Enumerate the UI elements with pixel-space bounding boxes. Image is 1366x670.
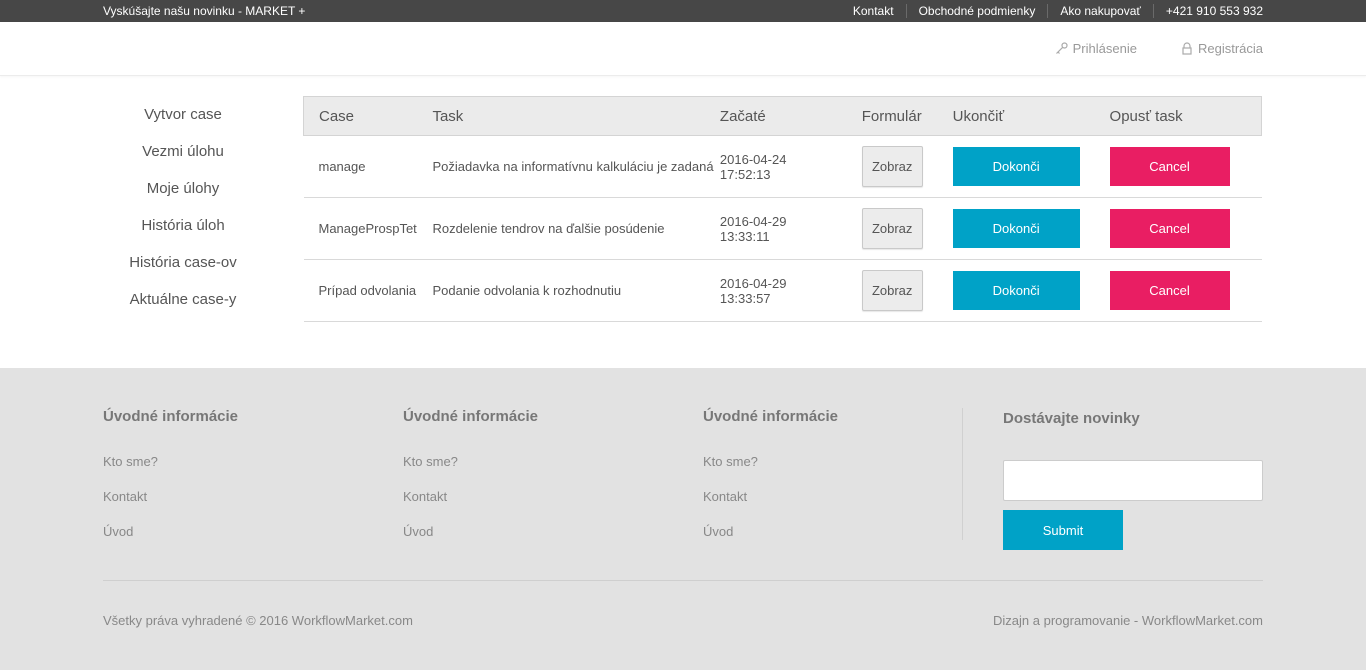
case-cell: manage [303,135,433,198]
footer-link-contact[interactable]: Kontakt [703,489,747,504]
newsletter-submit-button[interactable]: Submit [1003,510,1123,550]
lock-icon [1182,42,1192,55]
cancel-button[interactable]: Cancel [1109,209,1230,248]
cancel-cell: Cancel [1109,259,1262,322]
credit-text: Dizajn a programovanie - WorkflowMarket.… [993,613,1263,628]
cancel-button[interactable]: Cancel [1109,271,1230,310]
top-bar: Vyskúšajte našu novinku - MARKET + Konta… [0,0,1366,22]
column-header-form: Formulár [861,96,953,136]
finish-button[interactable]: Dokonči [952,271,1080,310]
task-cell: Požiadavka na informatívnu kalkuláciu je… [432,135,720,198]
started-cell: 2016-04-29 13:33:11 [719,197,862,260]
footer-column-title: Úvodné informácie [403,408,539,425]
contact-link[interactable]: Kontakt [853,4,906,18]
terms-link[interactable]: Obchodné podmienky [905,4,1048,18]
key-icon [1055,42,1068,54]
started-time: 13:33:57 [719,290,771,306]
sidebar: Vytvor case Vezmi úlohu Moje úlohy Histó… [103,96,263,318]
footer-column: Úvodné informácie Kto sme? Kontakt Úvod [103,408,239,539]
started-time: 17:52:13 [719,166,771,182]
footer-bottom-divider [103,580,1263,581]
auth-links: Prihlásenie Registrácia [1011,41,1263,56]
case-cell: Prípad odvolania [303,259,433,322]
copyright-text: Všetky práva vyhradené © 2016 WorkflowMa… [103,613,413,628]
started-date: 2016-04-24 [719,151,787,167]
form-cell: Zobraz [861,197,953,260]
column-header-task: Task [432,96,720,136]
started-cell: 2016-04-24 17:52:13 [719,135,862,198]
finish-cell: Dokonči [952,135,1110,198]
started-date: 2016-04-29 [719,213,787,229]
column-header-case: Case [303,96,433,136]
newsletter-title: Dostávajte novinky [1003,410,1140,427]
footer-link-home[interactable]: Úvod [403,524,433,539]
finish-cell: Dokonči [952,197,1110,260]
footer-link-about[interactable]: Kto sme? [403,454,458,469]
header: Prihlásenie Registrácia [0,22,1366,76]
started-time: 13:33:11 [719,228,770,244]
cancel-cell: Cancel [1109,197,1262,260]
started-cell: 2016-04-29 13:33:57 [719,259,862,322]
top-links: Kontakt Obchodné podmienky Ako nakupovať… [853,4,1263,18]
form-cell: Zobraz [861,259,953,322]
show-form-button[interactable]: Zobraz [861,208,923,249]
sidebar-item-task-history[interactable]: História úloh [103,207,263,244]
table-row: Prípad odvolania Podanie odvolania k roz… [303,259,1262,322]
show-form-button[interactable]: Zobraz [861,146,923,187]
show-form-button[interactable]: Zobraz [861,270,923,311]
footer: Úvodné informácie Kto sme? Kontakt Úvod … [0,368,1366,670]
finish-cell: Dokonči [952,259,1110,322]
footer-link-about[interactable]: Kto sme? [103,454,158,469]
cancel-cell: Cancel [1109,135,1262,198]
newsletter-email-input[interactable] [1003,460,1263,501]
footer-divider [962,408,963,540]
promo-link[interactable]: Vyskúšajte našu novinku - MARKET + [103,4,305,18]
footer-column: Úvodné informácie Kto sme? Kontakt Úvod [403,408,539,539]
newsletter-form: Dostávajte novinky Submit [1003,410,1263,550]
column-header-abandon: Opusť task [1109,96,1262,136]
footer-column-title: Úvodné informácie [703,408,839,425]
sidebar-item-case-history[interactable]: História case-ov [103,244,263,281]
footer-link-home[interactable]: Úvod [703,524,733,539]
sidebar-item-my-tasks[interactable]: Moje úlohy [103,170,263,207]
footer-link-home[interactable]: Úvod [103,524,133,539]
sidebar-item-current-cases[interactable]: Aktuálne case-y [103,281,263,318]
register-label: Registrácia [1197,41,1263,56]
login-label: Prihlásenie [1072,41,1137,56]
form-cell: Zobraz [861,135,953,198]
how-to-buy-link[interactable]: Ako nakupovať [1047,4,1153,18]
finish-button[interactable]: Dokonči [952,147,1080,186]
footer-link-contact[interactable]: Kontakt [103,489,147,504]
cancel-button[interactable]: Cancel [1109,147,1230,186]
sidebar-item-take-task[interactable]: Vezmi úlohu [103,133,263,170]
footer-column-title: Úvodné informácie [103,408,239,425]
task-cell: Rozdelenie tendrov na ďalšie posúdenie [432,197,720,260]
column-header-finish: Ukončiť [952,96,1110,136]
tasks-table: Case Task Začaté Formulár Ukončiť Opusť … [303,96,1262,322]
task-cell: Podanie odvolania k rozhodnutiu [432,259,720,322]
finish-button[interactable]: Dokonči [952,209,1080,248]
started-date: 2016-04-29 [719,275,787,291]
sidebar-item-create-case[interactable]: Vytvor case [103,96,263,133]
phone-link[interactable]: +421 910 553 932 [1152,4,1263,18]
table-row: manage Požiadavka na informatívnu kalkul… [303,135,1262,198]
table-row: ManageProspTet Rozdelenie tendrov na ďal… [303,197,1262,260]
case-cell: ManageProspTet [303,197,433,260]
footer-link-contact[interactable]: Kontakt [403,489,447,504]
footer-link-about[interactable]: Kto sme? [703,454,758,469]
footer-column: Úvodné informácie Kto sme? Kontakt Úvod [703,408,839,539]
column-header-started: Začaté [719,96,862,136]
login-link[interactable]: Prihlásenie [1055,41,1137,56]
table-header-row: Case Task Začaté Formulár Ukončiť Opusť … [303,96,1262,136]
register-link[interactable]: Registrácia [1181,41,1263,56]
